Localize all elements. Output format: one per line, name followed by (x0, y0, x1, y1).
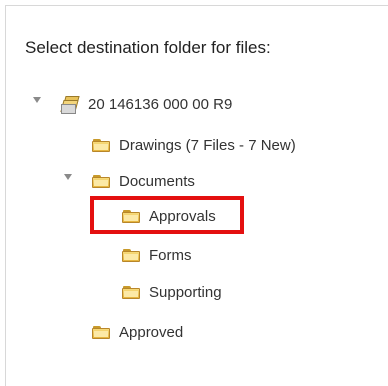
tree-node-label: Drawings (7 Files - 7 New) (119, 136, 296, 154)
tree-node-documents[interactable]: Documents (92, 169, 195, 193)
tree-node-forms[interactable]: Forms (122, 243, 192, 267)
tree-node-root[interactable]: 20 146136 000 00 R9 (60, 92, 233, 116)
tree-node-label: Documents (119, 172, 195, 190)
folder-icon (92, 325, 110, 339)
dialog-prompt: Select destination folder for files: (25, 38, 271, 57)
tree-node-drawings[interactable]: Drawings (7 Files - 7 New) (92, 133, 296, 157)
tree-node-label: 20 146136 000 00 R9 (88, 95, 233, 113)
project-stack-icon (60, 95, 80, 114)
tree-node-label: Supporting (149, 283, 222, 301)
tree-node-label: Forms (149, 246, 192, 264)
tree-node-supporting[interactable]: Supporting (122, 280, 222, 304)
selection-highlight-box (90, 196, 244, 234)
folder-icon (92, 174, 110, 188)
expand-toggle-documents[interactable] (64, 174, 72, 180)
folder-icon (122, 285, 140, 299)
tree-node-approved[interactable]: Approved (92, 320, 183, 344)
folder-icon (92, 138, 110, 152)
expand-toggle-root[interactable] (33, 97, 41, 103)
tree-node-label: Approved (119, 323, 184, 341)
folder-icon (122, 248, 140, 262)
